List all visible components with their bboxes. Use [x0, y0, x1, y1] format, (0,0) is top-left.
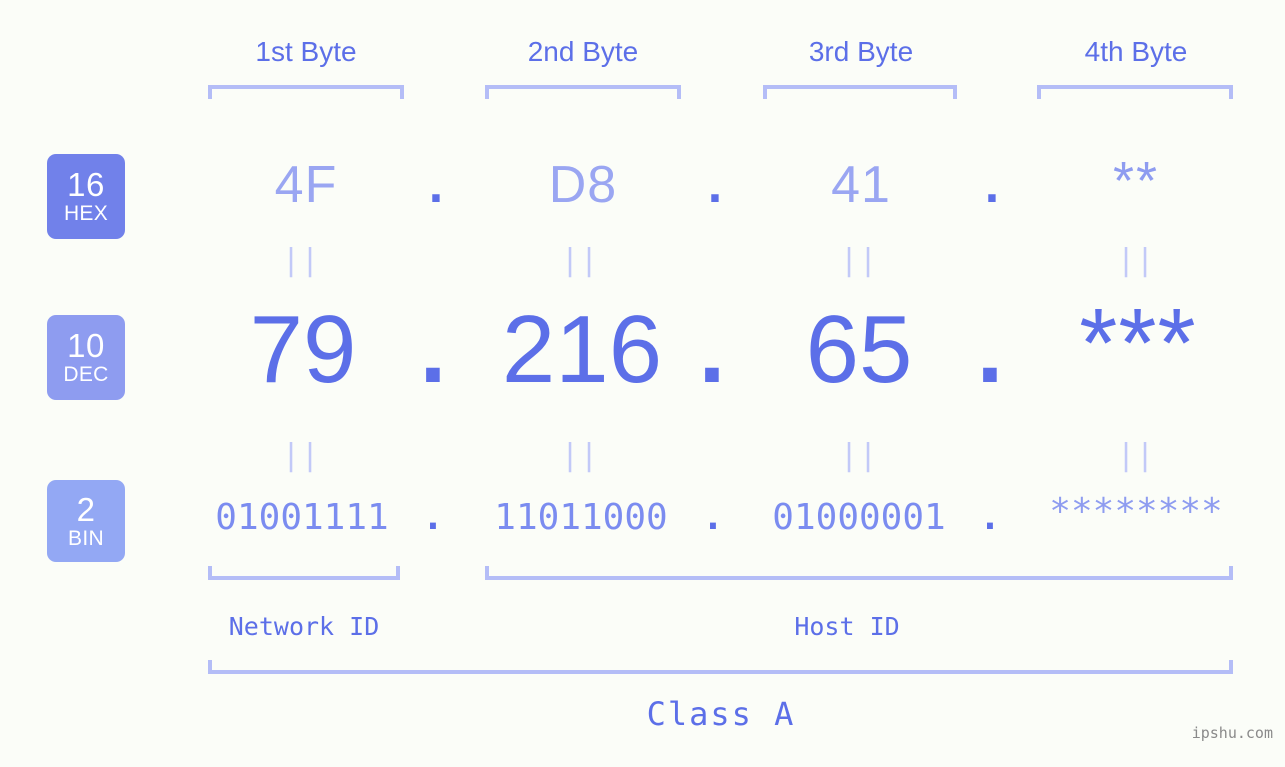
host-id-label: Host ID: [794, 612, 900, 641]
class-bracket: [208, 660, 1233, 674]
byte-header-2: 2nd Byte: [527, 36, 639, 67]
hex-byte-2: D8: [548, 156, 618, 214]
hex-separator-1: .: [428, 156, 444, 214]
bin-byte-3: 01000001: [772, 497, 946, 538]
ip-address-breakdown-diagram: 1st Byte 2nd Byte 3rd Byte 4th Byte 16 H…: [0, 0, 1285, 767]
equals-marker-hex-dec-1: ||: [281, 243, 321, 278]
byte-header-1: 1st Byte: [255, 36, 357, 67]
base-badge-bin-name: BIN: [68, 526, 104, 550]
byte-bracket-top-1: [208, 85, 404, 99]
dec-byte-2: 216: [501, 296, 663, 403]
network-id-label: Network ID: [228, 612, 380, 641]
base-badge-dec-name: DEC: [63, 363, 109, 386]
dec-separator-1: .: [419, 296, 447, 403]
equals-marker-dec-bin-2: ||: [560, 438, 600, 473]
dec-byte-1: 79: [249, 296, 357, 403]
equals-marker-dec-bin-4: ||: [1116, 438, 1156, 473]
equals-marker-hex-dec-4: ||: [1116, 243, 1156, 278]
byte-bracket-top-4: [1037, 85, 1233, 99]
hex-byte-1: 4F: [274, 156, 338, 214]
byte-header-3: 3rd Byte: [808, 36, 914, 67]
dec-separator-3: .: [976, 296, 1004, 403]
hex-separator-2: .: [707, 156, 723, 214]
byte-bracket-top-3: [763, 85, 957, 99]
bin-byte-1: 01001111: [215, 497, 389, 538]
hex-byte-4: **: [1112, 151, 1160, 211]
base-badge-dec-number: 10: [67, 327, 105, 364]
bin-byte-2: 11011000: [494, 497, 668, 538]
base-badge-bin: 2 BIN: [47, 480, 125, 562]
hex-byte-3: 41: [831, 156, 891, 214]
equals-marker-hex-dec-3: ||: [839, 243, 879, 278]
byte-header-4: 4th Byte: [1084, 36, 1188, 67]
bin-byte-4: ********: [1049, 491, 1223, 532]
bin-separator-2: .: [702, 497, 724, 538]
dec-byte-4: ***: [1079, 288, 1197, 398]
equals-marker-dec-bin-3: ||: [839, 438, 879, 473]
class-label: Class A: [646, 695, 796, 733]
site-watermark: ipshu.com: [1191, 724, 1273, 742]
base-badge-hex-name: HEX: [63, 202, 109, 225]
byte-bracket-top-2: [485, 85, 681, 99]
equals-marker-dec-bin-1: ||: [281, 438, 321, 473]
bin-separator-1: .: [422, 497, 444, 538]
network-id-bracket: [208, 566, 400, 580]
base-badge-hex: 16 HEX: [47, 154, 125, 239]
base-badge-hex-number: 16: [67, 166, 105, 203]
host-id-bracket: [485, 566, 1233, 580]
base-badge-bin-number: 2: [76, 490, 96, 528]
base-badge-dec: 10 DEC: [47, 315, 125, 400]
dec-separator-2: .: [698, 296, 726, 403]
hex-separator-3: .: [984, 156, 1000, 214]
dec-byte-3: 65: [805, 296, 913, 403]
bin-separator-3: .: [979, 497, 1001, 538]
equals-marker-hex-dec-2: ||: [560, 243, 600, 278]
